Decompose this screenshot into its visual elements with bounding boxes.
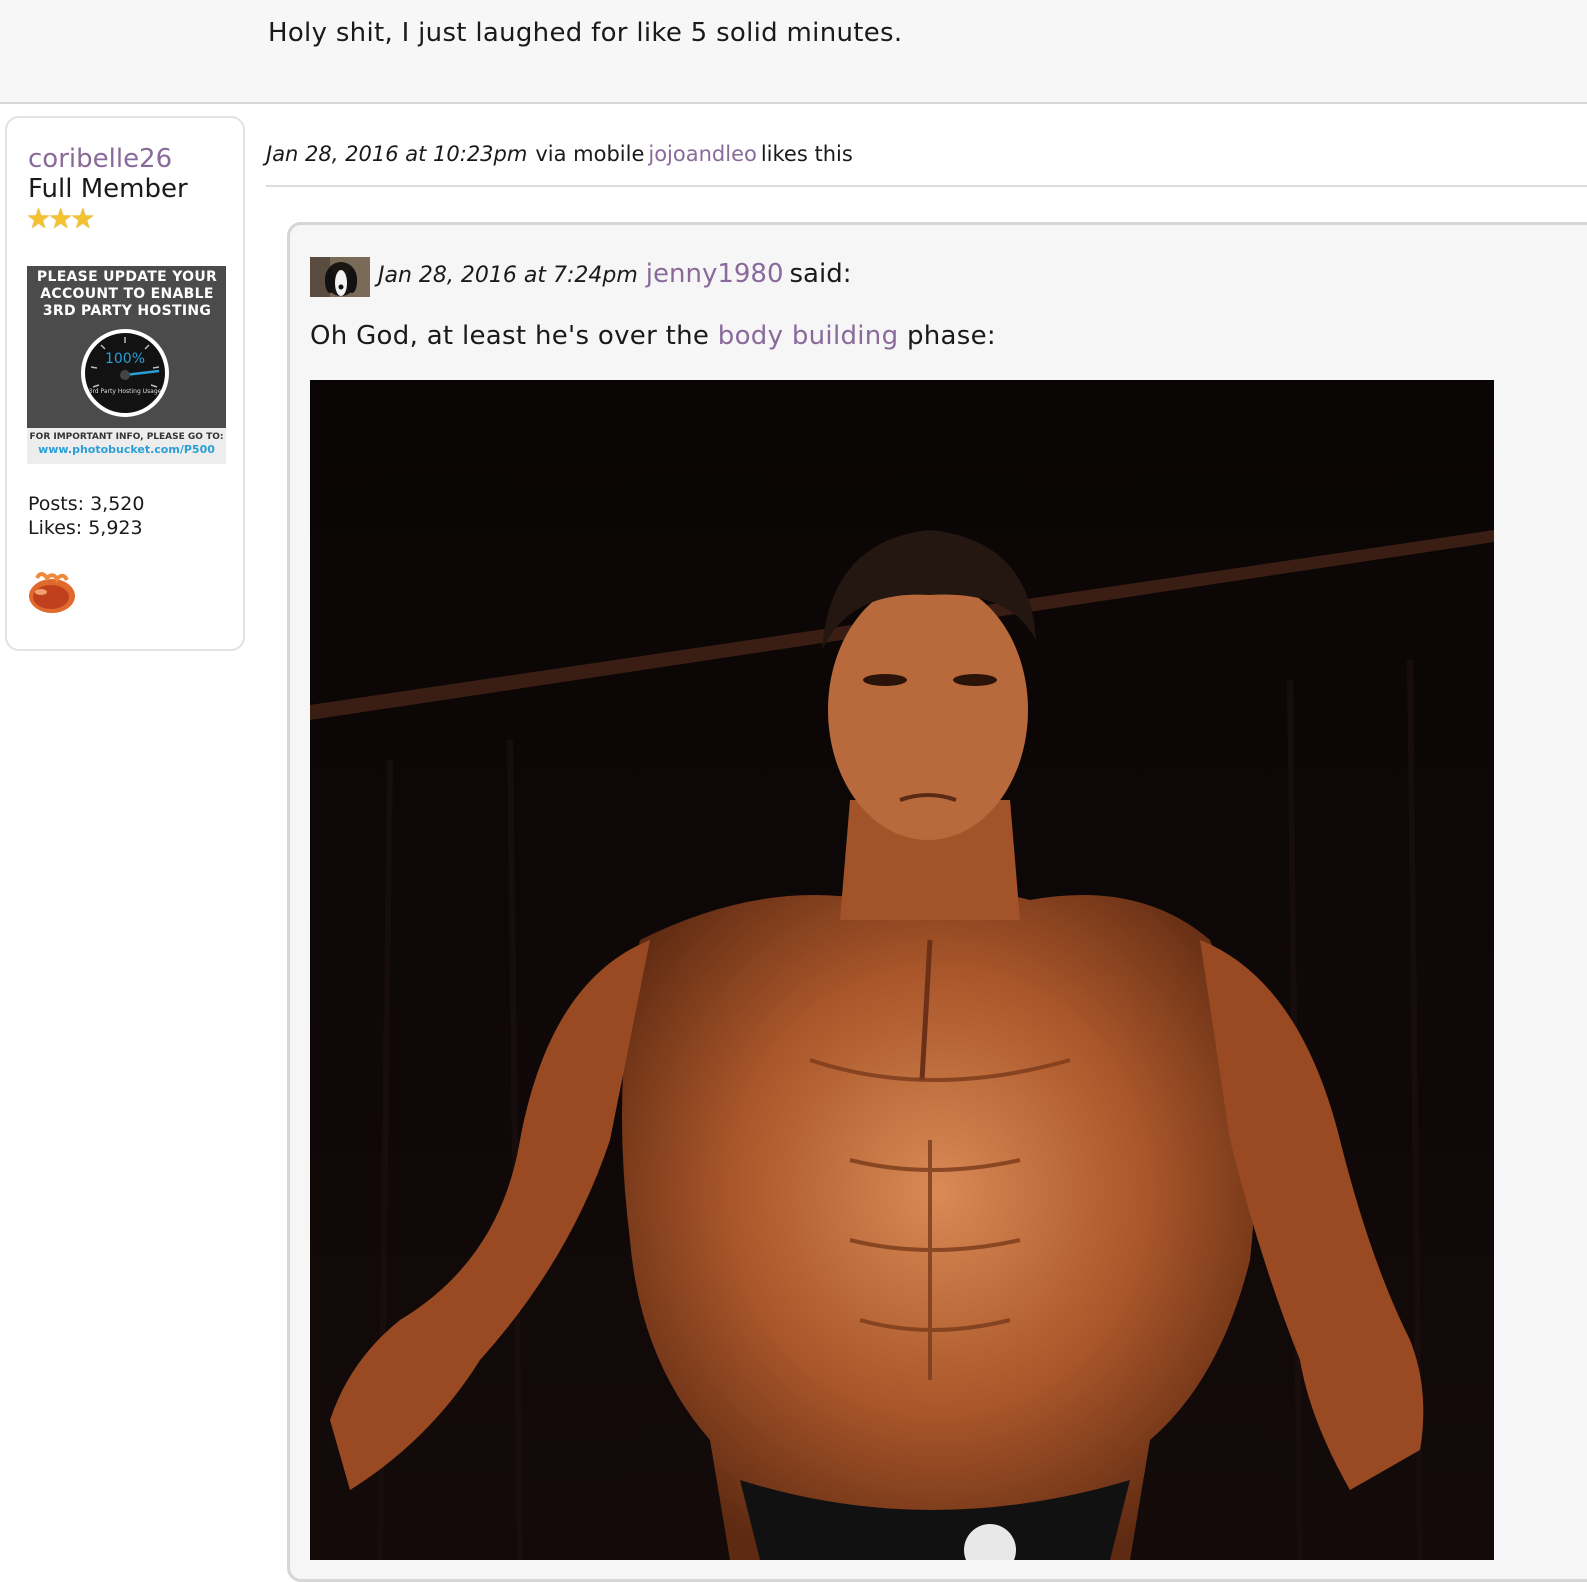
post-via: via mobile [535,142,645,166]
previous-post-text: Holy shit, I just laughed for like 5 sol… [268,18,903,48]
user-stats: Posts: 3,520 Likes: 5,923 [28,492,145,540]
user-rank: Full Member [28,174,188,204]
banner-heading: PLEASE UPDATE YOUR ACCOUNT TO ENABLE 3RD… [36,269,218,319]
user-card: coribelle26 Full Member ★★★ PLEASE UPDAT… [5,116,245,651]
photobucket-banner-image: PLEASE UPDATE YOUR ACCOUNT TO ENABLE 3RD… [27,266,226,464]
post-count: Posts: 3,520 [28,493,145,515]
quote-text: Oh God, at least he's over the body buil… [310,321,996,351]
meta-divider [266,185,1587,187]
banner-footer-line1: FOR IMPORTANT INFO, PLEASE GO TO: [29,432,224,442]
quote-date[interactable]: Jan 28, 2016 at 7:24pm [378,263,638,288]
previous-post: Holy shit, I just laughed for like 5 sol… [0,0,1587,104]
likes-suffix: likes this [760,142,853,166]
quote-box: Jan 28, 2016 at 7:24pm jenny1980 said: Oh … [287,222,1587,1582]
body-building-link[interactable]: body building [718,321,899,351]
banner-footer-line2: www.photobucket.com/P500 [38,443,215,456]
quote-author-link[interactable]: jenny1980 [646,259,784,289]
post-date[interactable]: Jan 28, 2016 at 10:23pm [266,142,527,166]
quote-header: Jan 28, 2016 at 7:24pm jenny1980 said: [378,259,851,289]
gauge-label: 3rd Party Hosting Usage [89,388,162,395]
quote-said: said: [789,259,852,289]
gauge-icon: 100% 3rd Party Hosting Usage [81,329,169,417]
bodybuilder-photo [310,380,1494,1560]
post-meta: Jan 28, 2016 at 10:23pm via mobile jojoand… [266,142,853,166]
username-link[interactable]: coribelle26 [28,144,172,174]
gauge-value: 100% [105,351,145,367]
bean-badge-icon [29,572,75,613]
quote-author-avatar[interactable] [310,257,370,297]
quote-text-after: phase: [898,321,996,351]
quote-text-before: Oh God, at least he's over the [310,321,718,351]
like-count: Likes: 5,923 [28,517,143,539]
rank-stars-icon: ★★★ [26,202,95,235]
liker-link[interactable]: jojoandleo [648,142,756,166]
